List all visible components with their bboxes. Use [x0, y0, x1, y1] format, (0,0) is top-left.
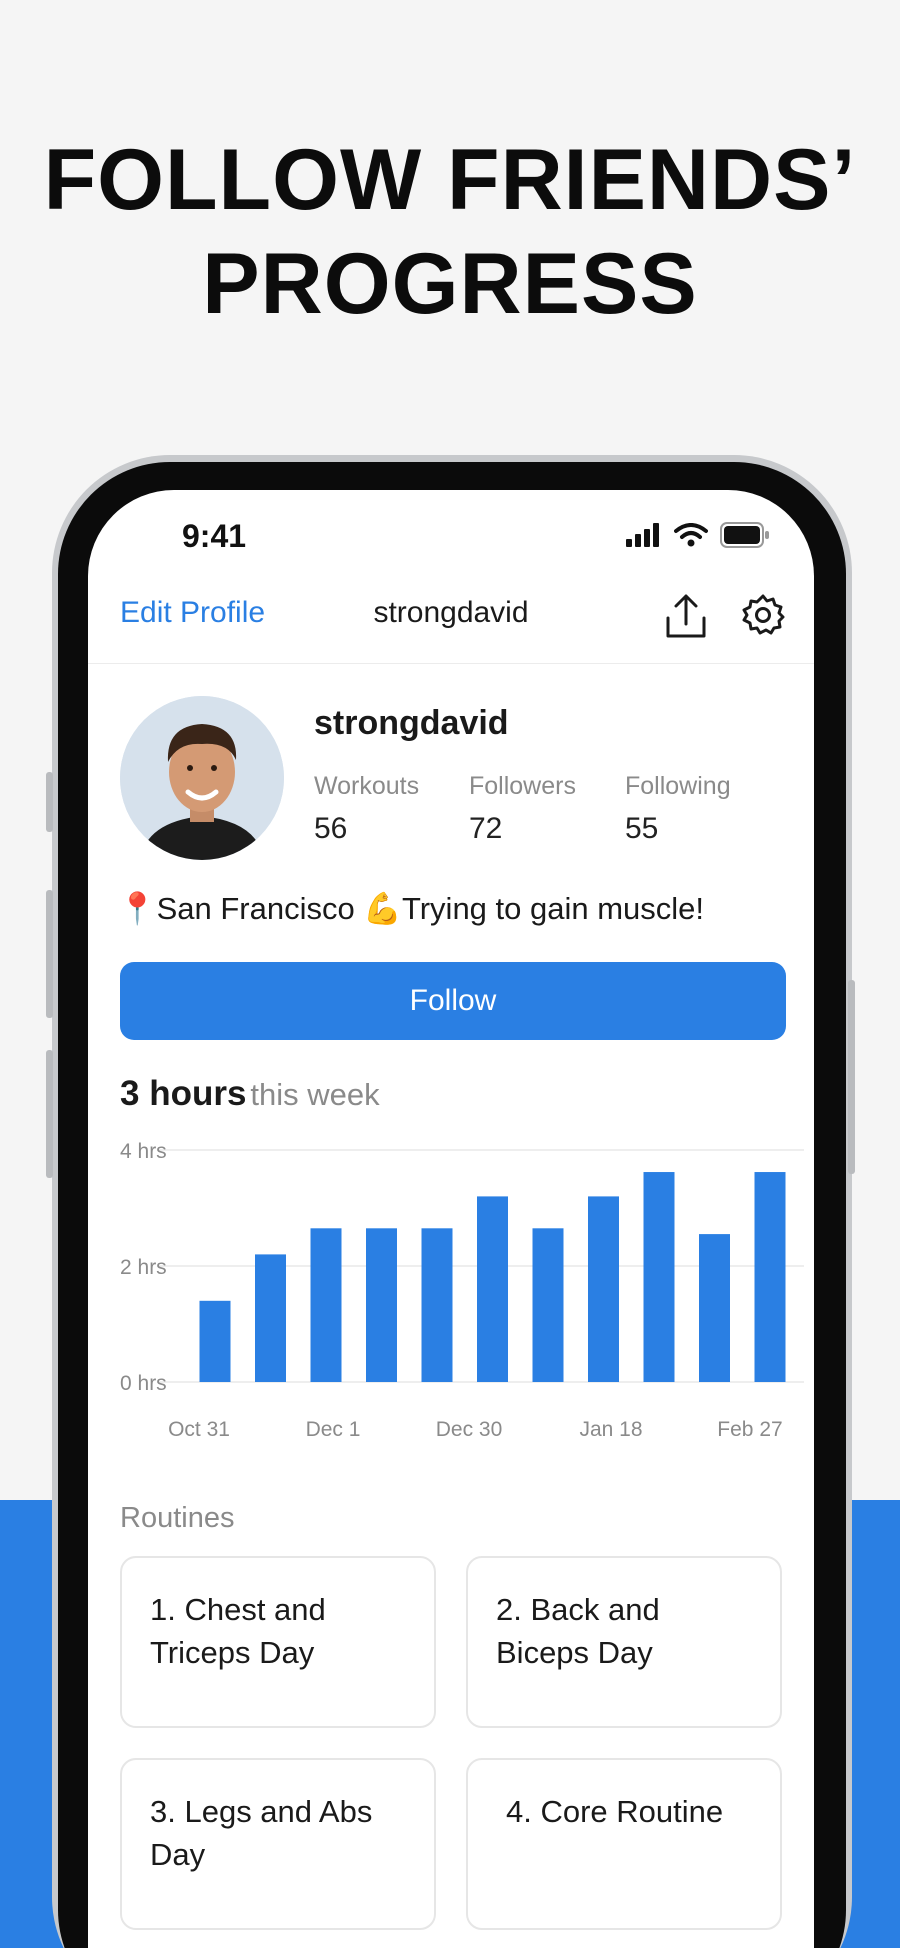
routines-heading: Routines	[120, 1502, 235, 1534]
routine-card-1[interactable]: 1. Chest and Triceps Day	[120, 1556, 436, 1728]
routine-card-2[interactable]: 2. Back and Biceps Day	[466, 1556, 782, 1728]
chart-bar[interactable]	[255, 1254, 286, 1382]
chart-y-tick-label: 2 hrs	[120, 1256, 167, 1279]
promo-headline: FOLLOW FRIENDS’ PROGRESS	[0, 128, 900, 336]
chart-bar[interactable]	[643, 1172, 675, 1382]
stat-value-workouts: 56	[314, 812, 348, 845]
phone-volume-down	[46, 1050, 53, 1178]
app-screen: 9:41 Edit Profile strongdavid strongdavi…	[88, 490, 814, 1948]
chart-bar[interactable]	[366, 1228, 397, 1382]
chart-y-tick-label: 0 hrs	[120, 1372, 167, 1395]
chart-bar[interactable]	[199, 1300, 231, 1382]
status-icons	[626, 522, 770, 548]
follow-button[interactable]: Follow	[120, 962, 786, 1040]
chart-y-tick-label: 4 hrs	[120, 1140, 167, 1163]
headline-line-2: PROGRESS	[202, 236, 698, 332]
chart-bar[interactable]	[532, 1228, 564, 1382]
cellular-signal-icon	[626, 523, 659, 547]
phone-mute-switch	[46, 772, 53, 832]
battery-icon	[720, 522, 769, 548]
chart-x-tick-label: Dec 30	[436, 1418, 503, 1441]
chart-bar[interactable]	[310, 1228, 342, 1382]
wifi-icon	[674, 523, 708, 547]
share-button[interactable]	[664, 592, 708, 647]
chart-x-tick-label: Jan 18	[579, 1418, 642, 1441]
weekly-hours-period: this week	[250, 1077, 380, 1112]
phone-power-button	[848, 980, 855, 1174]
chart-x-tick-label: Dec 1	[306, 1418, 361, 1441]
stat-value-following[interactable]: 55	[625, 812, 658, 846]
chart-bar[interactable]	[421, 1228, 453, 1382]
profile-username: strongdavid	[314, 704, 509, 742]
chart-bar[interactable]	[477, 1196, 508, 1382]
stat-label-workouts: Workouts	[314, 772, 420, 800]
routine-card-3[interactable]: 3. Legs and Abs Day	[120, 1758, 436, 1930]
status-time: 9:41	[182, 518, 247, 554]
gear-icon	[742, 594, 785, 635]
stat-value-followers[interactable]: 72	[469, 812, 502, 846]
routine-card-4[interactable]: 4. Core Routine	[466, 1758, 782, 1930]
weekly-hours-amount: 3 hours	[120, 1074, 247, 1113]
settings-button[interactable]	[740, 592, 786, 643]
avatar-portrait-icon	[120, 696, 284, 860]
stat-label-followers[interactable]: Followers	[469, 772, 576, 801]
chart-bar[interactable]	[699, 1234, 730, 1382]
weekly-hours-summary: 3 hours this week	[120, 1074, 380, 1114]
chart-bar[interactable]	[754, 1172, 786, 1382]
profile-bio: 📍San Francisco 💪Trying to gain muscle!	[118, 891, 705, 926]
share-icon	[666, 594, 706, 638]
headline-line-1: FOLLOW FRIENDS’	[43, 132, 857, 228]
chart-bar[interactable]	[588, 1196, 619, 1382]
profile-nav-bar: Edit Profile strongdavid	[88, 582, 814, 664]
edit-profile-link[interactable]: Edit Profile	[120, 596, 265, 630]
chart-x-tick-label: Oct 31	[168, 1418, 230, 1441]
weekly-hours-chart: 0 hrs 2 hrs 4 hrs Oct 31 Dec 1 Dec 30 Jan 18 Fe…	[120, 1140, 804, 1441]
phone-volume-up	[46, 890, 53, 1018]
stat-label-following[interactable]: Following	[625, 772, 731, 801]
avatar[interactable]	[120, 696, 284, 860]
chart-x-tick-label: Feb 27	[717, 1418, 782, 1441]
